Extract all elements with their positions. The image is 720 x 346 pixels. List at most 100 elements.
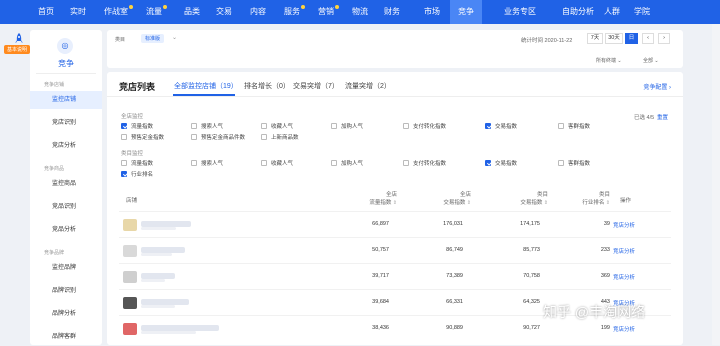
metric-checkbox[interactable]: 收藏人气 [261,159,293,167]
col-ops: 操作 [620,198,632,204]
column-header-line2: 交易指数 [443,200,466,206]
sort-icon[interactable]: ⇕ [465,200,471,206]
analyze-link[interactable]: 竞店分析 [613,273,635,281]
nav-item[interactable]: 物流 [344,0,376,24]
compete-icon: ◎ [57,38,73,54]
metric-checkbox[interactable]: 客群指数 [558,122,590,130]
cell-cat-trade: 70,758 [523,273,540,279]
subnav-item[interactable]: 竞店识别 [30,114,102,132]
nav-item[interactable]: 学院 [626,0,658,24]
checkbox-box [261,160,267,166]
edition-tag[interactable]: 标准版 [141,34,165,43]
cell-traffic: 38,436 [372,325,389,331]
shop-thumbnail[interactable] [123,297,137,309]
sort-icon[interactable]: ⇕ [604,200,610,206]
nav-item[interactable]: 市场 [416,0,448,24]
nav-item[interactable]: 实时 [62,0,94,24]
cell-trade: 90,889 [446,325,463,331]
metric-checkbox[interactable]: 流量指数 [121,122,153,130]
subnav-item[interactable]: 品牌分析 [30,305,102,323]
range-7d[interactable]: 7天 [587,33,603,44]
column-header[interactable]: 类目 行业排名 ⇕ [560,191,610,207]
cell-traffic: 66,897 [372,221,389,227]
metric-checkbox[interactable]: 支付转化指数 [403,122,446,130]
help-badge[interactable]: 基本说明 [4,45,31,54]
checkbox-box [331,123,337,129]
shop-thumbnail[interactable] [123,271,137,283]
metric-checkbox[interactable]: 流量指数 [121,159,153,167]
nav-item[interactable]: 财务 [376,0,408,24]
subnav-item[interactable]: 品牌客群 [30,328,102,346]
subnav-item[interactable]: 竞品识别 [30,198,102,216]
subnav-item[interactable]: 竞品分析 [30,221,102,239]
nav-item[interactable]: 作战室 [96,0,136,24]
column-header-line1: 类目 [536,192,548,198]
nav-item[interactable]: 品类 [176,0,208,24]
nav-item[interactable]: 服务 [276,0,308,24]
nav-item[interactable]: 内容 [242,0,274,24]
reset-link[interactable]: 重置 [657,113,668,121]
metric-checkbox[interactable]: 搜索人气 [191,159,223,167]
analyze-link[interactable]: 竞店分析 [613,325,635,333]
chevron-down-icon[interactable]: ⌄ [172,34,177,41]
shop-thumbnail[interactable] [123,245,137,257]
tab-rank-growth[interactable]: 排名增长（0） [244,81,290,91]
tab-trade-surge[interactable]: 交易突增（7） [293,81,339,91]
subnav-item[interactable]: 品牌识别 [30,282,102,300]
nav-item[interactable]: 流量 [138,0,170,24]
nav-item[interactable]: 人群 [596,0,628,24]
metric-checkbox[interactable]: 搜索人气 [191,122,223,130]
rocket-icon[interactable] [14,33,24,45]
metric-checkbox[interactable]: 交易指数 [485,122,517,130]
column-header[interactable]: 全店 流量指数 ⇕ [347,191,397,207]
analyze-link[interactable]: 竞店分析 [613,247,635,255]
nav-item[interactable]: 竞争 [450,0,482,24]
subnav-item[interactable]: 监控商品 [30,175,102,193]
sort-icon[interactable]: ⇕ [391,200,397,206]
new-dot-icon [163,5,167,9]
sub-nav: ◎ 竞争 竞争店铺 监控店铺 竞店识别 竞店分析 竞争商品 监控商品 竞品识别 竞品分析 竞争品… [30,30,102,345]
prev-date-button[interactable]: ‹ [642,33,654,44]
shop-thumbnail[interactable] [123,219,137,231]
cell-rank: 369 [600,273,610,279]
metric-checkbox[interactable]: 预售定金商品件数 [191,133,245,141]
tab-traffic-surge[interactable]: 流量突增（2） [345,81,391,91]
metric-checkbox[interactable]: 预售定金指数 [121,133,164,141]
column-header-line1: 全店 [459,192,471,198]
competition-config-link[interactable]: 竞争配置 › [643,82,671,91]
metric-checkbox[interactable]: 支付转化指数 [403,159,446,167]
shop-thumbnail[interactable] [123,323,137,335]
metric-checkbox[interactable]: 交易指数 [485,159,517,167]
subnav-item[interactable]: 竞店分析 [30,137,102,155]
cell-trade: 86,749 [446,247,463,253]
nav-item[interactable]: 营销 [310,0,342,24]
metric-checkbox[interactable]: 客群指数 [558,159,590,167]
range-30d[interactable]: 30天 [605,33,623,44]
next-date-button[interactable]: › [658,33,670,44]
column-header[interactable]: 类目 交易指数 ⇕ [498,191,548,207]
shop-monitor-label: 全店监控 [121,114,144,120]
metric-checkbox[interactable]: 加购人气 [331,159,363,167]
shop-subtitle-redacted [141,227,176,230]
checkbox-label: 预售定金商品件数 [201,135,246,141]
subnav-item[interactable]: 监控店铺 [30,91,102,109]
sort-icon[interactable]: ⇕ [542,200,548,206]
page-scrollbar[interactable] [712,24,720,345]
checkbox-box [403,160,409,166]
tab-all-monitored[interactable]: 全部监控店铺（19） [174,81,238,91]
metric-checkbox[interactable]: 加购人气 [331,122,363,130]
metric-checkbox[interactable]: 行业排名 [121,170,153,178]
column-header[interactable]: 全店交易指数 ⇕ [421,191,471,207]
scope-dropdown[interactable]: 全部 ⌄ [643,57,659,64]
range-day[interactable]: 日 [625,33,638,44]
metric-checkbox[interactable]: 上新商品数 [261,133,299,141]
terminal-dropdown[interactable]: 所有终端 ⌄ [596,57,622,64]
subnav-item[interactable]: 监控品牌 [30,259,102,277]
nav-item[interactable]: 交易 [208,0,240,24]
nav-item[interactable]: 自助分析 [554,0,602,24]
checkbox-box [558,123,564,129]
metric-checkbox[interactable]: 收藏人气 [261,122,293,130]
nav-item[interactable]: 业务专区 [496,0,544,24]
nav-item[interactable]: 首页 [30,0,62,24]
analyze-link[interactable]: 竞店分析 [613,221,635,229]
